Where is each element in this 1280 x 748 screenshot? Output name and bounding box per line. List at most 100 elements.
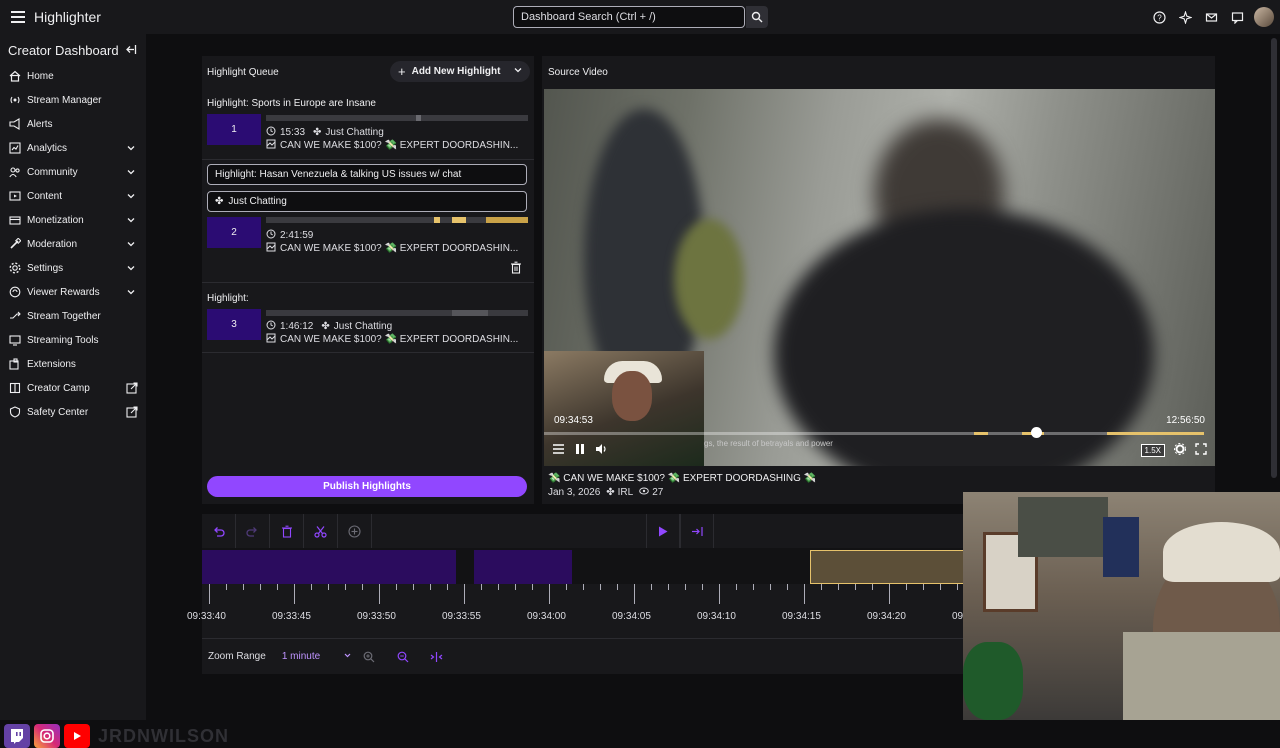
- highlight-item[interactable]: Highlight: 3 1:46:12 ✤ Just Chatting CAN…: [202, 291, 534, 351]
- clip-segment[interactable]: [202, 550, 456, 584]
- zoom-range-value: 1 minute: [281, 650, 321, 662]
- search-button[interactable]: [746, 6, 768, 28]
- sidebar-item-home[interactable]: Home: [0, 64, 146, 88]
- highlight-duration: 15:33: [280, 127, 306, 138]
- category-icon: ✤: [606, 487, 615, 498]
- sidebar-item-community[interactable]: Community: [0, 160, 146, 184]
- trash-icon[interactable]: [510, 261, 524, 275]
- highlight-number: 1: [207, 114, 261, 145]
- highlight-item-editing[interactable]: Highlight: Hasan Venezuela & talking US …: [202, 164, 534, 282]
- avatar[interactable]: [1254, 7, 1274, 27]
- collapse-sidebar-icon[interactable]: [124, 43, 138, 57]
- settings-gear-icon[interactable]: [1174, 443, 1186, 458]
- help-icon[interactable]: ?: [1146, 4, 1172, 30]
- category-icon: ✤: [215, 196, 224, 207]
- category-icon: ✤: [321, 321, 330, 332]
- viewer-rewards-icon: [8, 286, 21, 299]
- timeline-tick-label: 09:34:20: [867, 611, 906, 622]
- highlight-queue-panel: Highlight Queue + Add New Highlight High…: [202, 56, 534, 504]
- highlight-stream-title: CAN WE MAKE $100? 💸 EXPERT DOORDASHIN...: [280, 140, 519, 151]
- highlight-title-field[interactable]: Highlight: Hasan Venezuela & talking US …: [207, 164, 527, 185]
- sidebar-item-label: Analytics: [27, 142, 68, 154]
- sidebar-item-settings[interactable]: Settings: [0, 256, 146, 280]
- highlight-stream-title: CAN WE MAKE $100? 💸 EXPERT DOORDASHIN...: [280, 334, 519, 345]
- timeline-minor-tick: [668, 584, 669, 590]
- chevron-down-icon: [126, 287, 136, 300]
- sidebar-item-monetization[interactable]: Monetization: [0, 208, 146, 232]
- sidebar-item-label: Home: [27, 70, 54, 82]
- add-clip-icon[interactable]: [338, 514, 372, 548]
- redo-icon[interactable]: [236, 514, 270, 548]
- video-player[interactable]: 09:34:53 12:56:50 gs, the result of betr…: [544, 89, 1215, 466]
- publish-highlights-button[interactable]: Publish Highlights: [207, 476, 527, 497]
- sidebar-item-safety-center[interactable]: Safety Center: [0, 400, 146, 424]
- chevron-down-icon: [126, 143, 136, 156]
- timeline-minor-tick: [243, 584, 244, 590]
- scissors-icon[interactable]: [304, 514, 338, 548]
- stream-title-icon: [266, 333, 276, 346]
- playback-speed[interactable]: 1.5X: [1140, 444, 1165, 457]
- sidebar-item-analytics[interactable]: Analytics: [0, 136, 146, 160]
- seek-bar[interactable]: [544, 432, 1204, 435]
- sidebar-item-extensions[interactable]: Extensions: [0, 352, 146, 376]
- undo-icon[interactable]: [202, 514, 236, 548]
- jump-to-end-icon[interactable]: [680, 514, 714, 548]
- highlight-stream-title: CAN WE MAKE $100? 💸 EXPERT DOORDASHIN...: [280, 243, 519, 254]
- timeline-minor-tick: [396, 584, 397, 590]
- stream-together-icon: [8, 310, 21, 323]
- timeline-minor-tick: [855, 584, 856, 590]
- timeline-tick: [634, 584, 635, 604]
- sidebar-item-stream-together[interactable]: Stream Together: [0, 304, 146, 328]
- highlight-meta: 2:41:59: [266, 229, 317, 242]
- sidebar-item-viewer-rewards[interactable]: Viewer Rewards: [0, 280, 146, 304]
- sidebar-item-creator-camp[interactable]: Creator Camp: [0, 376, 146, 400]
- clip-segment[interactable]: [474, 550, 572, 584]
- sidebar-item-content[interactable]: Content: [0, 184, 146, 208]
- delete-icon[interactable]: [270, 514, 304, 548]
- zoom-range-select[interactable]: 1 minute: [282, 651, 352, 663]
- search-input[interactable]: [513, 6, 745, 28]
- timeline-tick-label: 09:33:50: [357, 611, 396, 622]
- clock-icon: [266, 320, 276, 333]
- sparkle-icon[interactable]: [1172, 4, 1198, 30]
- timeline-tick: [804, 584, 805, 604]
- highlight-item[interactable]: Highlight: Sports in Europe are Insane 1…: [202, 96, 534, 156]
- volume-icon[interactable]: [595, 443, 608, 458]
- source-video-panel: Source Video 09:34:53 12:56:50 gs, the r…: [542, 56, 1215, 504]
- play-icon[interactable]: [646, 514, 680, 548]
- sidebar-item-alerts[interactable]: Alerts: [0, 112, 146, 136]
- highlight-range-bar: [266, 115, 528, 121]
- sidebar-item-moderation[interactable]: Moderation: [0, 232, 146, 256]
- clock-icon: [266, 126, 276, 139]
- timeline-minor-tick: [787, 584, 788, 590]
- top-bar: Highlighter ?: [0, 0, 1280, 34]
- timeline-minor-tick: [328, 584, 329, 590]
- divider: [202, 159, 534, 160]
- sidebar-item-stream-manager[interactable]: Stream Manager: [0, 88, 146, 112]
- highlight-title-value: Highlight: Hasan Venezuela & talking US …: [215, 169, 462, 180]
- creator-camp-icon: [8, 382, 21, 395]
- playlist-icon[interactable]: [552, 443, 565, 458]
- chat-bubble-icon[interactable]: [1224, 4, 1250, 30]
- add-new-highlight-button[interactable]: + Add New Highlight: [390, 61, 530, 82]
- fit-timeline-icon[interactable]: [420, 640, 454, 674]
- youtube-logo-icon: [64, 724, 90, 748]
- sidebar-heading: Creator Dashboard: [8, 43, 119, 58]
- chevron-down-icon[interactable]: [513, 65, 523, 78]
- home-icon: [8, 70, 21, 83]
- pause-icon[interactable]: [574, 443, 586, 458]
- fullscreen-icon[interactable]: [1195, 443, 1207, 458]
- sidebar-item-streaming-tools[interactable]: Streaming Tools: [0, 328, 146, 352]
- video-views: 27: [652, 487, 664, 498]
- seek-handle[interactable]: [1031, 427, 1042, 438]
- category-field[interactable]: ✤ Just Chatting: [207, 191, 527, 212]
- menu-icon[interactable]: [6, 5, 30, 29]
- page-scrollbar[interactable]: [1271, 38, 1277, 478]
- category-value: Just Chatting: [228, 196, 287, 207]
- timeline-minor-tick: [940, 584, 941, 590]
- zoom-out-icon[interactable]: [386, 640, 420, 674]
- sidebar-item-label: Alerts: [27, 118, 53, 130]
- zoom-in-icon[interactable]: [352, 640, 386, 674]
- mail-icon[interactable]: [1198, 4, 1224, 30]
- timeline-minor-tick: [821, 584, 822, 590]
